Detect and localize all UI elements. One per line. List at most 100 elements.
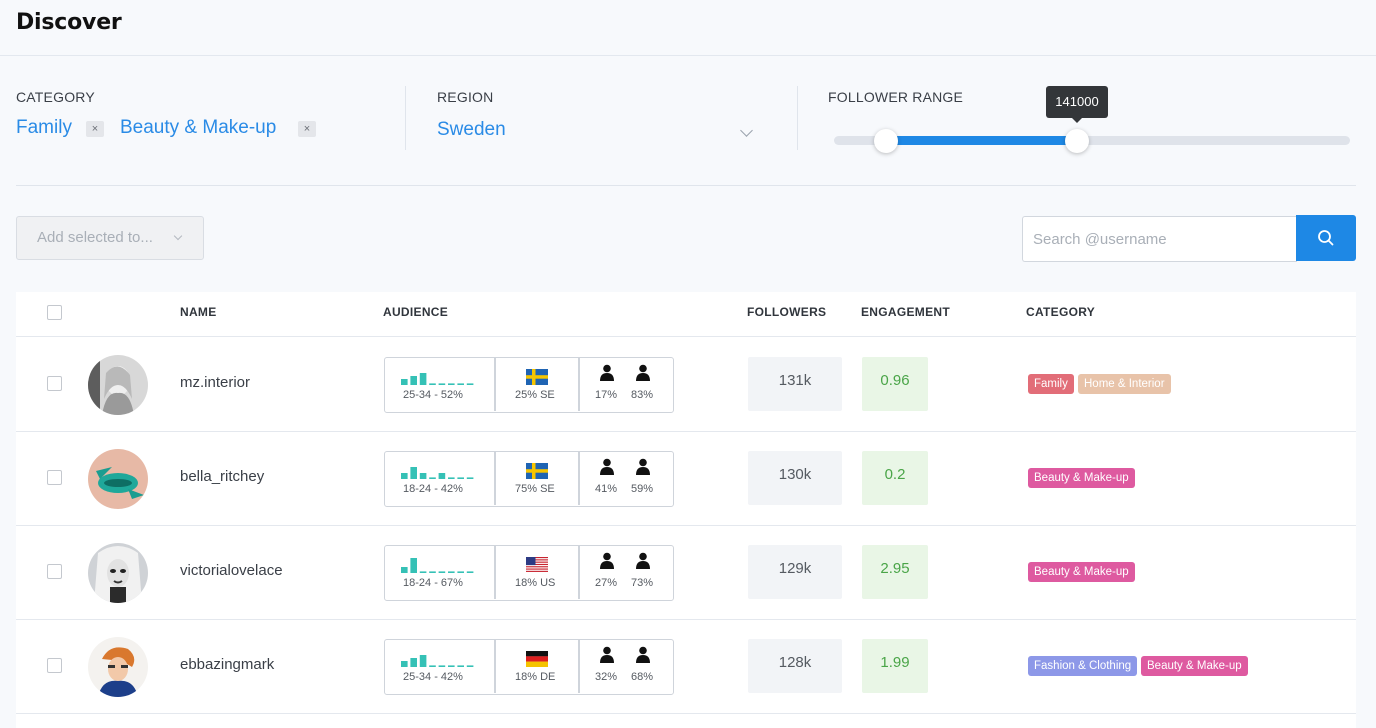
age-bar [419, 655, 427, 667]
age-bar [429, 383, 436, 385]
slider-max-handle[interactable] [1064, 129, 1089, 153]
country-flag-icon [526, 463, 548, 479]
username[interactable]: mz.interior [180, 374, 250, 391]
age-bar [438, 383, 446, 385]
remove-chip-family-icon[interactable]: × [86, 121, 104, 137]
page-title: Discover [16, 10, 122, 35]
category-tag[interactable]: Beauty & Make-up [1141, 656, 1248, 676]
audience-divider [494, 546, 496, 599]
age-breakdown: 18-24 - 42% [403, 483, 463, 495]
remove-chip-beauty-icon[interactable]: × [298, 121, 316, 137]
age-bar [438, 665, 446, 667]
slider-min-handle[interactable] [873, 129, 898, 153]
category-tag[interactable]: Beauty & Make-up [1028, 468, 1135, 488]
table-row[interactable]: victorialovelace 18-24 - 67% 18% US 27% 73% 1… [16, 526, 1356, 620]
avatar[interactable] [88, 543, 148, 603]
add-selected-label: Add selected to... [37, 229, 153, 246]
audience-summary: 18-24 - 67% 18% US 27% 73% [384, 545, 674, 601]
username[interactable]: victorialovelace [180, 562, 283, 579]
row-checkbox[interactable] [47, 564, 62, 579]
audience-divider [578, 358, 580, 411]
search-button[interactable] [1296, 215, 1356, 261]
avatar[interactable] [88, 449, 148, 509]
category-tag[interactable]: Family [1028, 374, 1074, 394]
age-bar [438, 473, 446, 479]
country-flag-icon [526, 557, 548, 573]
filter-divider [797, 86, 798, 150]
age-distribution-chart [401, 370, 475, 391]
filter-divider [405, 86, 406, 150]
audience-divider [494, 452, 496, 505]
age-bar [429, 665, 436, 667]
audience-summary: 25-34 - 52% 25% SE 17% 83% [384, 357, 674, 413]
engagement-rate: 0.2 [862, 451, 928, 505]
row-checkbox[interactable] [47, 376, 62, 391]
audience-divider [578, 640, 580, 693]
top-bar: Discover [0, 0, 1376, 56]
table-row[interactable]: bella_ritchey 18-24 - 42% 75% SE 41% 59% 130k… [16, 432, 1356, 526]
age-bar [448, 383, 455, 385]
header-category: CATEGORY [1026, 305, 1096, 319]
header-audience: AUDIENCE [383, 305, 449, 319]
follower-range-slider[interactable] [834, 136, 1350, 145]
audience-summary: 18-24 - 42% 75% SE 41% 59% [384, 451, 674, 507]
female-share: 73% [631, 577, 654, 589]
influencer-table: NAME AUDIENCE FOLLOWERS ENGAGEMENT CATEG… [16, 292, 1356, 728]
age-bar [466, 383, 474, 385]
age-bar [448, 477, 455, 479]
avatar[interactable] [88, 637, 148, 697]
avatar[interactable] [88, 355, 148, 415]
username[interactable]: ebbazingmark [180, 656, 274, 673]
add-selected-dropdown[interactable]: Add selected to... [16, 216, 204, 260]
header-engagement: ENGAGEMENT [861, 305, 951, 319]
category-tag[interactable]: Fashion & Clothing [1028, 656, 1138, 676]
age-bar [410, 558, 417, 573]
table-row[interactable]: mz.interior 25-34 - 52% 25% SE 17% 83% 131k 0.… [16, 338, 1356, 432]
age-bar [419, 473, 427, 479]
age-bar [438, 571, 446, 573]
table-row[interactable]: ebbazingmark 25-34 - 42% 18% DE 32% 68% 128k 1… [16, 620, 1356, 714]
age-bar [466, 477, 474, 479]
audience-divider [494, 358, 496, 411]
age-bar [466, 665, 474, 667]
row-checkbox[interactable] [47, 658, 62, 673]
slider-fill [885, 136, 1077, 145]
female-share: 59% [631, 483, 654, 495]
audience-divider [578, 546, 580, 599]
age-breakdown: 25-34 - 52% [403, 389, 463, 401]
male-share: 32% [595, 671, 618, 683]
country-flag-icon [526, 651, 548, 667]
row-checkbox[interactable] [47, 470, 62, 485]
age-bar [401, 473, 408, 479]
age-bar [419, 571, 427, 573]
search-input[interactable] [1022, 216, 1297, 262]
male-person-icon [599, 552, 615, 569]
region-select[interactable]: Sweden [437, 119, 506, 141]
age-distribution-chart [401, 464, 475, 485]
followers-count: 130k [748, 451, 842, 505]
male-share: 41% [595, 483, 618, 495]
age-breakdown: 25-34 - 42% [403, 671, 463, 683]
chevron-down-icon[interactable] [740, 124, 753, 137]
engagement-rate: 2.95 [862, 545, 928, 599]
audience-divider [494, 640, 496, 693]
age-bar [466, 571, 474, 573]
select-all-checkbox[interactable] [47, 305, 62, 320]
age-bar [419, 373, 427, 385]
age-distribution-chart [401, 558, 475, 579]
age-bar [401, 567, 408, 573]
female-person-icon [635, 552, 651, 569]
age-bar [401, 379, 408, 385]
age-bar [448, 665, 455, 667]
male-person-icon [599, 364, 615, 381]
category-filter-label: CATEGORY [16, 89, 95, 105]
username[interactable]: bella_ritchey [180, 468, 264, 485]
country-share: 18% US [515, 577, 556, 589]
category-tag[interactable]: Home & Interior [1078, 374, 1171, 394]
audience-summary: 25-34 - 42% 18% DE 32% 68% [384, 639, 674, 695]
country-share: 18% DE [515, 671, 556, 683]
slider-value-tooltip: 141000 [1046, 86, 1108, 123]
region-filter-label: REGION [437, 89, 494, 105]
category-tag[interactable]: Beauty & Make-up [1028, 562, 1135, 582]
male-share: 17% [595, 389, 618, 401]
